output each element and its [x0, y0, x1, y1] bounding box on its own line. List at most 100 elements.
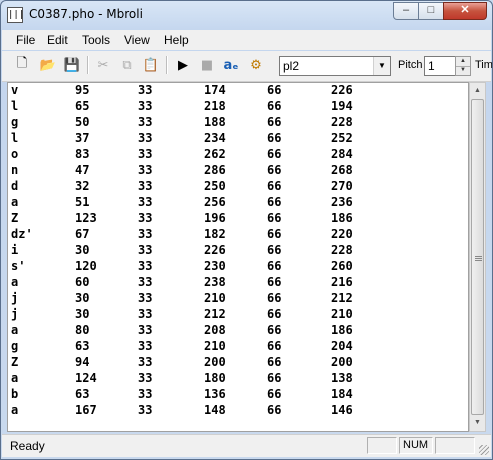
phoneme-value: 80: [75, 323, 90, 337]
title-bar[interactable]: ||| C0387.pho - Mbroli – □ ✕: [1, 1, 492, 29]
scroll-down-icon[interactable]: ▼: [470, 415, 485, 431]
pitch-input[interactable]: 1: [424, 56, 456, 76]
phoneme-value: 252: [331, 131, 353, 145]
phoneme-value: 210: [204, 339, 226, 353]
phoneme-row[interactable]: dz' 67 33 182 66 220: [8, 227, 468, 243]
phoneme-value: 146: [331, 403, 353, 417]
phoneme-symbol: a: [11, 403, 19, 417]
phoneme-value: 33: [138, 83, 153, 97]
phoneme-symbol: v: [11, 83, 19, 97]
phoneme-value: 33: [138, 259, 153, 273]
phoneme-value: 260: [331, 259, 353, 273]
phoneme-symbol: n: [11, 163, 19, 177]
menu-tools[interactable]: Tools: [82, 33, 110, 47]
open-folder-icon[interactable]: 📂: [38, 55, 58, 75]
spin-down-icon[interactable]: ▼: [456, 66, 470, 75]
phoneme-value: 30: [75, 307, 90, 321]
phoneme-ae-icon[interactable]: aₑ: [221, 55, 241, 75]
phoneme-value: 51: [75, 195, 90, 209]
phoneme-value: 182: [204, 227, 226, 241]
phoneme-value: 210: [331, 307, 353, 321]
phoneme-row[interactable]: l 65 33 218 66 194: [8, 99, 468, 115]
phoneme-value: 200: [331, 355, 353, 369]
menu-file[interactable]: File: [16, 33, 35, 47]
phoneme-value: 65: [75, 99, 90, 113]
phoneme-row[interactable]: l 37 33 234 66 252: [8, 131, 468, 147]
phoneme-value: 37: [75, 131, 90, 145]
phoneme-row[interactable]: g 63 33 210 66 204: [8, 339, 468, 355]
phoneme-symbol: a: [11, 195, 19, 209]
close-button[interactable]: ✕: [443, 2, 487, 20]
phoneme-value: 204: [331, 339, 353, 353]
phoneme-value: 47: [75, 163, 90, 177]
phoneme-row[interactable]: j 30 33 212 66 210: [8, 307, 468, 323]
vertical-scrollbar[interactable]: ▲ ▼: [469, 82, 486, 432]
stop-icon[interactable]: ■: [197, 55, 217, 75]
settings-icon[interactable]: ⚙: [246, 55, 266, 75]
phoneme-editor[interactable]: v 95 33 174 66 226 l 65 33 218 66 194 g 50 33 188 66 228 l…: [7, 82, 469, 432]
voice-select[interactable]: pl2 ▼: [279, 56, 391, 76]
status-pane-empty: [435, 437, 475, 454]
phoneme-value: 33: [138, 211, 153, 225]
phoneme-value: 270: [331, 179, 353, 193]
copy-icon[interactable]: ⧉: [117, 55, 137, 75]
status-text: Ready: [10, 439, 45, 453]
phoneme-value: 66: [267, 387, 282, 401]
save-icon[interactable]: 💾: [62, 55, 82, 75]
phoneme-value: 66: [267, 115, 282, 129]
phoneme-value: 66: [267, 275, 282, 289]
menu-help[interactable]: Help: [164, 33, 189, 47]
phoneme-symbol: b: [11, 387, 19, 401]
phoneme-row[interactable]: j 30 33 210 66 212: [8, 291, 468, 307]
phoneme-value: 136: [204, 387, 226, 401]
phoneme-row[interactable]: b 63 33 136 66 184: [8, 387, 468, 403]
resize-grip-icon[interactable]: [479, 445, 489, 455]
toolbar-separator: [166, 56, 168, 74]
phoneme-row[interactable]: o 83 33 262 66 284: [8, 147, 468, 163]
phoneme-value: 33: [138, 403, 153, 417]
phoneme-value: 212: [204, 307, 226, 321]
toolbar: 🗋 📂 💾 ✂ ⧉ 📋 ▶ ■ aₑ ⚙ pl2 ▼ Pitch 1 ▲ ▼ T…: [2, 51, 492, 82]
phoneme-row[interactable]: a 51 33 256 66 236: [8, 195, 468, 211]
phoneme-row[interactable]: a 80 33 208 66 186: [8, 323, 468, 339]
pitch-spinner[interactable]: ▲ ▼: [455, 56, 471, 76]
phoneme-value: 200: [204, 355, 226, 369]
phoneme-symbol: Z: [11, 355, 19, 369]
new-file-icon[interactable]: 🗋: [12, 55, 32, 75]
scroll-up-icon[interactable]: ▲: [470, 83, 485, 99]
phoneme-row[interactable]: a 167 33 148 66 146: [8, 403, 468, 419]
phoneme-row[interactable]: s' 120 33 230 66 260: [8, 259, 468, 275]
app-icon[interactable]: |||: [7, 7, 24, 23]
phoneme-value: 33: [138, 131, 153, 145]
phoneme-row[interactable]: g 50 33 188 66 228: [8, 115, 468, 131]
play-icon[interactable]: ▶: [173, 55, 193, 75]
phoneme-row[interactable]: n 47 33 286 66 268: [8, 163, 468, 179]
phoneme-row[interactable]: i 30 33 226 66 228: [8, 243, 468, 259]
phoneme-value: 33: [138, 387, 153, 401]
phoneme-row[interactable]: a 60 33 238 66 216: [8, 275, 468, 291]
phoneme-symbol: a: [11, 275, 19, 289]
phoneme-row[interactable]: Z 94 33 200 66 200: [8, 355, 468, 371]
minimize-button[interactable]: –: [393, 2, 419, 20]
phoneme-symbol: s': [11, 259, 26, 273]
phoneme-row[interactable]: v 95 33 174 66 226: [8, 83, 468, 99]
phoneme-value: 66: [267, 307, 282, 321]
phoneme-value: 33: [138, 307, 153, 321]
paste-icon[interactable]: 📋: [141, 55, 161, 75]
maximize-button[interactable]: □: [418, 2, 444, 20]
phoneme-value: 33: [138, 323, 153, 337]
phoneme-value: 63: [75, 339, 90, 353]
cut-icon[interactable]: ✂: [93, 55, 113, 75]
phoneme-row[interactable]: Z 123 33 196 66 186: [8, 211, 468, 227]
phoneme-value: 208: [204, 323, 226, 337]
phoneme-value: 94: [75, 355, 90, 369]
phoneme-row[interactable]: d 32 33 250 66 270: [8, 179, 468, 195]
phoneme-value: 32: [75, 179, 90, 193]
chevron-down-icon[interactable]: ▼: [373, 57, 390, 75]
phoneme-row[interactable]: a 124 33 180 66 138: [8, 371, 468, 387]
phoneme-value: 216: [331, 275, 353, 289]
menu-view[interactable]: View: [124, 33, 150, 47]
scroll-thumb[interactable]: [471, 99, 484, 415]
phoneme-value: 196: [204, 211, 226, 225]
menu-edit[interactable]: Edit: [47, 33, 68, 47]
